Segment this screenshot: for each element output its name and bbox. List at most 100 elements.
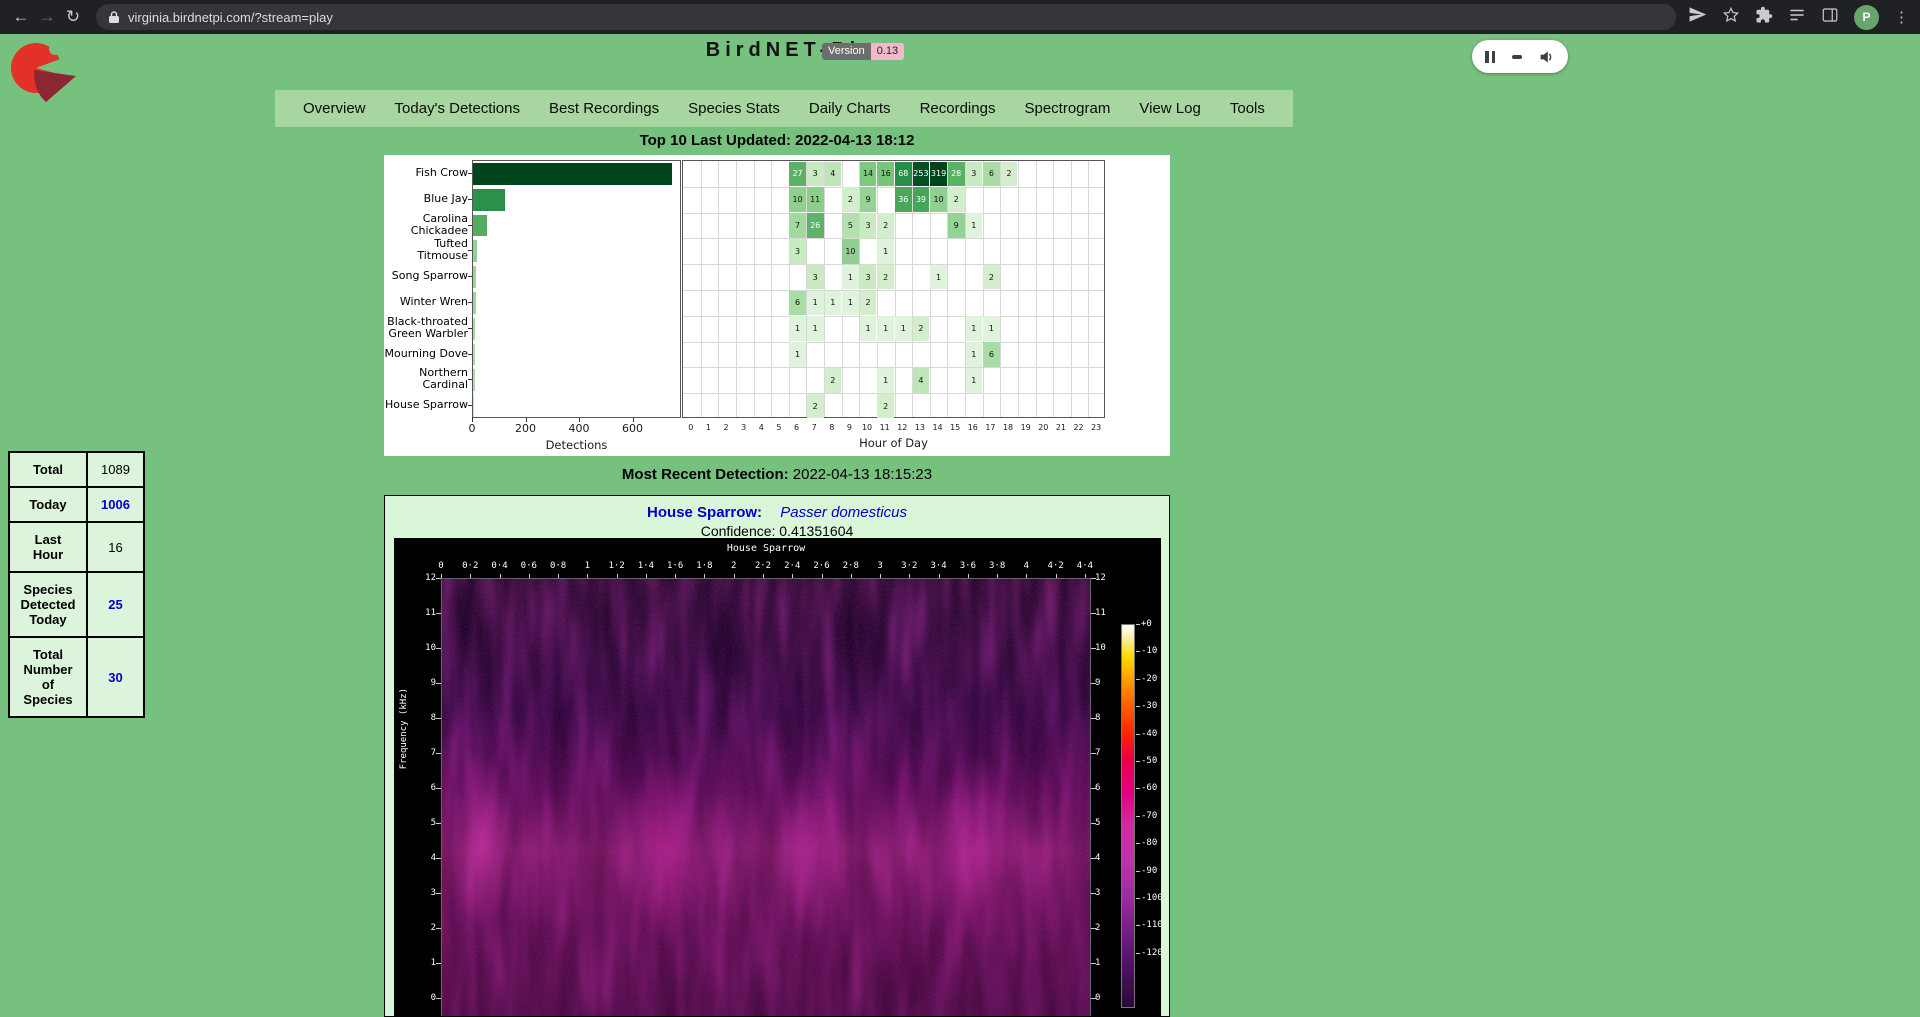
- species-tick: [468, 276, 472, 277]
- hour-tick-label: 5: [776, 423, 781, 432]
- stats-row: Last Hour16: [9, 522, 144, 572]
- spectrogram-y-tick-label: 1: [402, 958, 436, 968]
- side-panel-icon[interactable]: [1821, 6, 1839, 29]
- colorbar-tick-label: -20: [1141, 674, 1157, 684]
- spectrogram-x-tick: [909, 574, 910, 578]
- heatmap-cell: 1: [789, 342, 806, 367]
- heatmap-gridline: [754, 161, 755, 417]
- nav-item-overview[interactable]: Overview: [303, 100, 366, 117]
- heatmap-cell: 4: [913, 368, 930, 393]
- spectrogram-y-tick: [1091, 578, 1096, 579]
- spectrogram-y-tick-label: 6: [402, 783, 436, 793]
- heatmap-cell: 5: [842, 213, 859, 238]
- spectrogram-x-tick: [500, 574, 501, 578]
- nav-item-tools[interactable]: Tools: [1230, 100, 1265, 117]
- nav-item-species-stats[interactable]: Species Stats: [688, 100, 780, 117]
- reload-icon[interactable]: ↻: [60, 7, 86, 27]
- nav-item-spectrogram[interactable]: Spectrogram: [1024, 100, 1110, 117]
- colorbar-tick: [1136, 953, 1140, 954]
- nav-item-best-recordings[interactable]: Best Recordings: [549, 100, 659, 117]
- forward-icon[interactable]: →: [34, 7, 60, 27]
- spectrogram-y-tick: [1091, 823, 1096, 824]
- nav-item-today-s-detections[interactable]: Today's Detections: [395, 100, 520, 117]
- spectrogram-x-tick: [997, 574, 998, 578]
- hour-tick-label: 12: [897, 423, 907, 432]
- spectrogram-y-tick-label: 8: [1095, 713, 1129, 723]
- spectrogram-image: House Sparrow Frequency: [394, 538, 1161, 1017]
- seek-bar[interactable]: [1512, 55, 1522, 59]
- spectrogram-y-tick: [1091, 683, 1096, 684]
- version-badge: Version 0.13: [822, 43, 904, 60]
- heatmap-cell: 2: [877, 213, 894, 238]
- spectrogram-x-tick: [441, 574, 442, 578]
- species-tick: [468, 328, 472, 329]
- heatmap-cell: 2: [877, 394, 894, 419]
- stats-value: 1089: [87, 452, 144, 487]
- spectrogram-y-tick-label: 12: [402, 573, 436, 583]
- colorbar-tick-label: -100: [1141, 893, 1161, 903]
- hour-tick-label: 3: [741, 423, 746, 432]
- spectrogram-x-tick: [763, 574, 764, 578]
- spectrogram-y-tick-label: 0: [402, 993, 436, 1003]
- spectrogram-x-tick: [646, 574, 647, 578]
- spectrogram-x-tick-label: 4: [1024, 561, 1029, 571]
- profile-avatar[interactable]: P: [1854, 5, 1879, 30]
- top10-heading: Top 10 Last Updated: 2022-04-13 18:12: [384, 132, 1170, 149]
- species-label: Mourning Dove: [384, 348, 468, 360]
- colorbar-tick: [1136, 734, 1140, 735]
- spectrogram-y-tick: [1091, 648, 1096, 649]
- detection-scientific-name[interactable]: Passer domesticus: [780, 504, 907, 521]
- heatmap-cell: 7: [789, 213, 806, 238]
- spectrogram-y-tick-label: 10: [402, 643, 436, 653]
- spectrogram-x-tick-label: 2·2: [755, 561, 771, 571]
- spectrogram-plot: [441, 578, 1091, 1017]
- heatmap-gridline: [683, 290, 1104, 291]
- browser-menu-icon[interactable]: ⋮: [1894, 8, 1908, 26]
- colorbar-tick: [1136, 679, 1140, 680]
- send-icon[interactable]: [1688, 5, 1707, 29]
- address-bar[interactable]: virginia.birdnetpi.com/?stream=play: [96, 4, 1676, 30]
- reading-list-icon[interactable]: [1788, 6, 1806, 29]
- stats-value[interactable]: 1006: [87, 487, 144, 522]
- heatmap-cell: 10: [930, 187, 947, 212]
- detection-species[interactable]: House Sparrow:: [647, 504, 762, 521]
- nav-item-recordings[interactable]: Recordings: [920, 100, 996, 117]
- extensions-puzzle-icon[interactable]: [1755, 6, 1773, 29]
- spectrogram-x-tick: [822, 574, 823, 578]
- heatmap-gridline: [1036, 161, 1037, 417]
- bookmark-star-icon[interactable]: [1722, 6, 1740, 29]
- heatmap-cell: 2: [948, 187, 965, 212]
- spectrogram-x-tick: [1056, 574, 1057, 578]
- stats-value[interactable]: 30: [87, 637, 144, 717]
- spectrogram-y-tick-label: 4: [1095, 853, 1129, 863]
- colorbar-tick: [1136, 843, 1140, 844]
- heatmap-cell: 1: [966, 213, 983, 238]
- species-tick: [468, 302, 472, 303]
- species-tick: [468, 379, 472, 380]
- hour-tick-label: 0: [688, 423, 693, 432]
- heatmap-cell: 1: [842, 265, 859, 290]
- heatmap-cell: 9: [860, 187, 877, 212]
- hour-tick-label: 23: [1091, 423, 1101, 432]
- nav-item-daily-charts[interactable]: Daily Charts: [809, 100, 891, 117]
- heatmap-cell: 4: [825, 162, 842, 187]
- pause-icon[interactable]: [1485, 51, 1495, 63]
- recent-detection-value: 2022-04-13 18:15:23: [793, 466, 932, 483]
- spectrogram-x-tick-label: 0·2: [462, 561, 478, 571]
- detections-bar: [473, 163, 672, 185]
- colorbar-tick-label: -50: [1141, 756, 1157, 766]
- stats-value[interactable]: 25: [87, 572, 144, 637]
- audio-player[interactable]: [1472, 40, 1568, 73]
- nav-item-view-log[interactable]: View Log: [1139, 100, 1200, 117]
- url-text: virginia.birdnetpi.com/?stream=play: [128, 10, 333, 25]
- heatmap-cell: 1: [895, 316, 912, 341]
- detections-bar: [473, 369, 475, 391]
- back-icon[interactable]: ←: [8, 7, 34, 27]
- heatmap-cell: 3: [807, 265, 824, 290]
- colorbar-tick-label: -40: [1141, 729, 1157, 739]
- hour-tick-label: 14: [932, 423, 942, 432]
- volume-icon[interactable]: [1539, 50, 1555, 64]
- heatmap-cell: 1: [825, 291, 842, 316]
- hour-tick-label: 4: [759, 423, 764, 432]
- spectrogram-x-tick-label: 1·8: [696, 561, 712, 571]
